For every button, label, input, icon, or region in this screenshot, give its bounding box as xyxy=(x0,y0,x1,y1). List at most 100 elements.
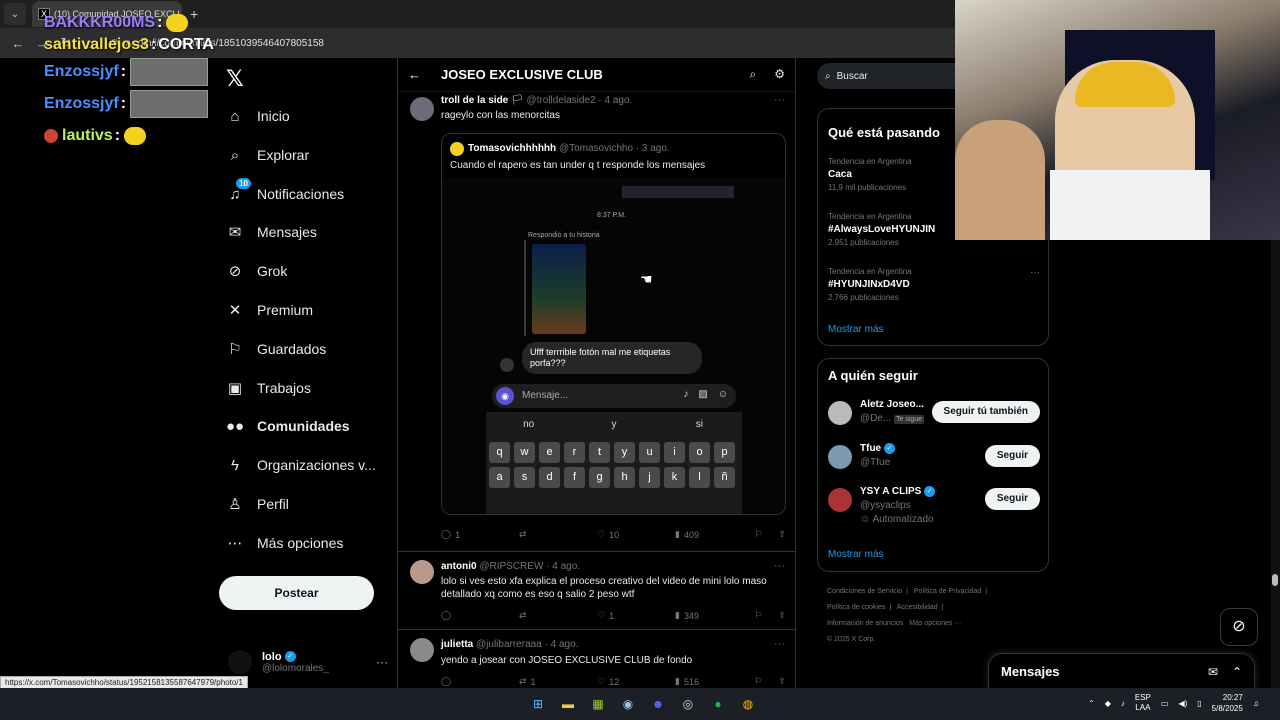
more-icon[interactable]: ··· xyxy=(376,655,388,669)
bookmark-icon[interactable]: ⚐ xyxy=(754,529,762,540)
post-author-name[interactable]: troll de la side xyxy=(441,95,508,106)
dm-timestamp: 8:37 P.M. xyxy=(597,212,627,219)
nav-item-perfil[interactable]: ♙ Perfil xyxy=(226,489,289,519)
post-author-name[interactable]: julietta xyxy=(441,639,473,650)
follow-button[interactable]: Seguir xyxy=(984,488,1040,510)
avatar[interactable] xyxy=(410,638,434,662)
reply-button[interactable]: ◯ xyxy=(441,610,519,621)
nav-item-premium[interactable]: ✕ Premium xyxy=(226,295,313,325)
post-button[interactable]: Postear xyxy=(219,576,374,610)
repost-button[interactable]: ⇄ 1 xyxy=(519,676,597,687)
nav-item-organizaciones[interactable]: ϟ Organizaciones v... xyxy=(226,450,376,480)
display-icon[interactable]: ▭ xyxy=(1161,699,1169,708)
bookmark-icon[interactable]: ⚐ xyxy=(754,676,762,687)
shield-icon[interactable]: ◆ xyxy=(1105,699,1111,708)
post[interactable]: antoni0 @RIPSCREW · 4 ago. ··· lolo si v… xyxy=(398,552,795,630)
windows-start-icon[interactable]: ⊞ xyxy=(528,694,548,714)
post-author-name[interactable]: antoni0 xyxy=(441,561,477,572)
nav-item-mas-opciones[interactable]: ⋯ Más opciones xyxy=(226,528,344,558)
steam-icon[interactable]: ◉ xyxy=(618,694,638,714)
footer-more-link[interactable]: Más opciones ··· xyxy=(909,620,961,627)
chat-line: lautivs: xyxy=(44,120,224,152)
follow-suggestion[interactable]: Aletz Joseo... @De... Te sigue Seguir tú… xyxy=(828,397,1040,437)
show-more-link[interactable]: Mostrar más xyxy=(828,324,884,335)
nav-item-guardados[interactable]: ⚐ Guardados xyxy=(226,334,326,364)
avatar[interactable] xyxy=(410,560,434,584)
discord-icon[interactable]: ☻ xyxy=(648,694,668,714)
post-author-handle: @julibarreraaa · 4 ago. xyxy=(476,639,579,650)
chrome-icon[interactable]: ◍ xyxy=(738,694,758,714)
footer-link[interactable]: Accesibilidad xyxy=(897,604,938,611)
views-button[interactable]: ▮ 349 xyxy=(675,610,745,621)
emote-icon xyxy=(124,127,147,145)
follow-suggestion[interactable]: YSY A CLIPS ✓ @ysyaclips ☺ Automatizado … xyxy=(828,484,1040,525)
x-logo-icon[interactable]: 𝕏 xyxy=(226,66,244,92)
like-button[interactable]: ♡ 1 xyxy=(597,610,675,621)
file-explorer-icon[interactable]: ▬ xyxy=(558,694,578,714)
nav-item-trabajos[interactable]: ▣ Trabajos xyxy=(226,373,311,403)
follow-suggestion[interactable]: Tfue ✓ @Tfue Seguir xyxy=(828,441,1040,481)
follow-button[interactable]: Seguir xyxy=(984,445,1040,467)
share-icon[interactable]: ⇧ xyxy=(778,529,786,540)
footer-link[interactable]: Política de cookies xyxy=(827,604,885,611)
gear-icon[interactable]: ⚙ xyxy=(774,67,785,82)
nav-item-grok[interactable]: ⊘ Grok xyxy=(226,256,288,286)
avatar[interactable] xyxy=(828,488,852,512)
views-button[interactable]: ▮ 516 xyxy=(675,676,745,687)
spotify-icon[interactable]: ● xyxy=(708,694,728,714)
share-icon[interactable]: ⇧ xyxy=(778,676,786,687)
nav-item-notificaciones[interactable]: ♫ 10 Notificaciones xyxy=(226,178,344,209)
nav-item-explorar[interactable]: ⌕ Explorar xyxy=(226,140,309,170)
more-icon[interactable]: ··· xyxy=(774,94,785,106)
tab-search-button[interactable]: ⌄ xyxy=(4,3,26,25)
show-more-link[interactable]: Mostrar más xyxy=(828,549,884,560)
footer-link[interactable]: Política de Privacidad xyxy=(914,588,981,595)
more-icon[interactable]: ··· xyxy=(774,638,785,650)
account-switcher[interactable]: lolo ✓ @lolomorales_ ··· xyxy=(228,642,388,682)
nav-item-mensajes[interactable]: ✉ Mensajes xyxy=(226,217,317,247)
obs-icon[interactable]: ◎ xyxy=(678,694,698,714)
like-button[interactable]: ♡ 10 xyxy=(597,529,675,540)
clock[interactable]: 20:27 5/8/2025 xyxy=(1212,692,1243,714)
more-icon[interactable]: ··· xyxy=(1030,267,1040,278)
search-icon[interactable]: ⌕ xyxy=(750,67,757,82)
post[interactable]: julietta @julibarreraaa · 4 ago. ··· yen… xyxy=(398,630,795,688)
bookmark-icon[interactable]: ⚐ xyxy=(754,610,762,621)
chevron-up-icon[interactable]: ⌃ xyxy=(1088,699,1095,708)
search-input[interactable]: ⌕ Buscar xyxy=(817,63,957,89)
notification-bell-icon[interactable]: ♫ xyxy=(1253,699,1259,708)
views-button[interactable]: ▮ 409 xyxy=(675,529,745,540)
more-icon[interactable]: ··· xyxy=(774,560,785,572)
avatar[interactable] xyxy=(828,401,852,425)
avatar[interactable] xyxy=(410,97,434,121)
back-arrow-icon[interactable]: ← xyxy=(6,36,30,51)
trend-item[interactable]: Tendencia en Argentina #HYUNJINxD4VD 2.7… xyxy=(828,267,1040,302)
quoted-post[interactable]: Tomasovichhhhhh @Tomasovichho · 3 ago. C… xyxy=(441,133,786,515)
messages-drawer[interactable]: Mensajes ✉ ⌃ xyxy=(988,653,1255,689)
mic-icon[interactable]: ♪ xyxy=(1121,699,1125,708)
chevron-up-icon[interactable]: ⌃ xyxy=(1232,665,1242,679)
nav-item-comunidades[interactable]: ●● Comunidades xyxy=(226,411,350,441)
new-message-icon[interactable]: ✉ xyxy=(1208,665,1218,679)
repost-button[interactable]: ⇄ xyxy=(519,610,597,621)
follow-back-button[interactable]: Seguir tú también xyxy=(931,401,1040,423)
language-indicator[interactable]: ESP LAA xyxy=(1135,693,1151,713)
reply-button[interactable]: ◯ xyxy=(441,676,519,687)
battery-icon[interactable]: ▯ xyxy=(1197,699,1201,708)
share-icon[interactable]: ⇧ xyxy=(778,610,786,621)
grok-icon[interactable]: ⊘ xyxy=(1220,608,1258,646)
back-arrow-icon[interactable]: ← xyxy=(408,67,421,82)
like-button[interactable]: ♡ 12 xyxy=(597,676,675,687)
scrollbar-thumb[interactable] xyxy=(1272,574,1278,586)
avatar[interactable] xyxy=(828,445,852,469)
footer-link[interactable]: Condiciones de Servicio xyxy=(827,588,902,595)
post[interactable]: troll de la side 🏳 @trolldelaside2 · 4 a… xyxy=(398,92,795,552)
footer-link[interactable]: Información de anuncios xyxy=(827,620,903,627)
minecraft-icon[interactable]: ▦ xyxy=(588,694,608,714)
repost-button[interactable]: ⇄ xyxy=(519,529,597,540)
speaker-icon[interactable]: ◀) xyxy=(1178,699,1187,708)
keyboard: no y si qwertyuiop asdfghjklñ xyxy=(486,412,742,514)
nav-item-inicio[interactable]: ⌂ Inicio xyxy=(226,101,289,131)
quoted-image[interactable]: 8:37 P.M. Respondió a tu historia Ufff t… xyxy=(442,178,785,514)
reply-button[interactable]: ◯ 1 xyxy=(441,529,519,540)
